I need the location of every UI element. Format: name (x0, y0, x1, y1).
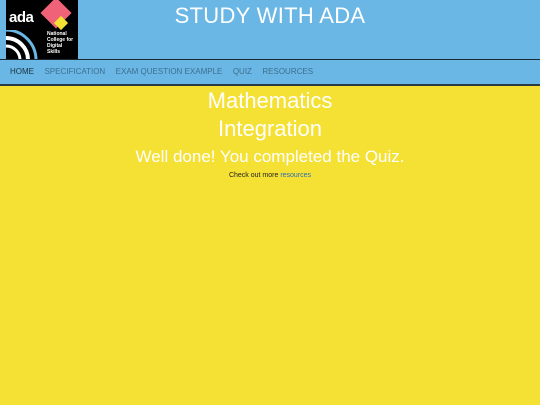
subject-heading: Mathematics (207, 88, 333, 113)
resources-link[interactable]: resources (280, 172, 311, 179)
more-prefix: Check out more (228, 172, 281, 179)
nav-home[interactable]: HOME (7, 60, 37, 84)
logo-arcs-icon (6, 30, 38, 59)
nav-quiz[interactable]: QUIZ (230, 60, 255, 84)
completion-message: Well done! You completed the Quiz. (135, 147, 405, 166)
nav-exam-question-example[interactable]: EXAM QUESTION EXAMPLE (113, 60, 226, 84)
main-content: Mathematics Integration Well done! You c… (0, 85, 540, 179)
site-title: STUDY WITH ADA (174, 3, 366, 28)
logo-tagline: National College for Digital Skills (47, 31, 74, 55)
topic-heading: Integration (218, 116, 322, 141)
nav-resources[interactable]: RESOURCES (259, 60, 316, 84)
more-resources-line: Check out more resources (0, 172, 540, 179)
main-nav: HOME SPECIFICATION EXAM QUESTION EXAMPLE… (0, 59, 540, 86)
nav-specification[interactable]: SPECIFICATION (41, 60, 108, 84)
site-header: ada National College for Digital Skills … (0, 0, 540, 59)
